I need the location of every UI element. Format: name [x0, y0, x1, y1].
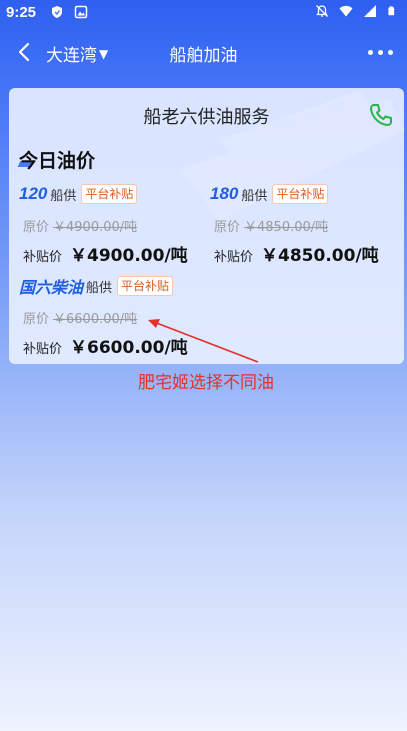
back-arrow-icon[interactable] [14, 40, 36, 64]
status-left-icons [50, 5, 88, 19]
dot-icon [387, 49, 393, 55]
original-price-value: ￥4850.00/吨 [244, 220, 329, 235]
annotation-text: 肥宅姬选择不同油 [138, 373, 274, 393]
annotation-arrow [148, 319, 259, 363]
fuel-supply: 船供 [86, 280, 113, 296]
status-right-icons [315, 4, 397, 18]
subsidy-badge: 平台补贴 [81, 184, 138, 204]
shield-icon [52, 6, 62, 18]
subsidy-price-label: 补贴价 [23, 342, 63, 357]
fuel-supply: 船供 [50, 188, 77, 204]
section-title: 今日油价 [19, 150, 96, 172]
fuel-supply: 船供 [241, 188, 268, 204]
subsidy-price-value: ￥4900.00/吨 [70, 246, 188, 266]
status-bar: 9:25 [0, 0, 407, 26]
original-price-label: 原价 [23, 220, 50, 235]
more-menu-button[interactable] [363, 42, 397, 62]
original-price-value: ￥6600.00/吨 [53, 312, 138, 327]
subsidy-price-value: ￥4850.00/吨 [261, 246, 379, 266]
dot-icon [377, 49, 383, 55]
original-price-value: ￥4900.00/吨 [53, 220, 138, 235]
location-selector[interactable]: 大连湾 ▼ [46, 41, 108, 66]
fuel-item[interactable]: 180 船供 平台补贴 原价 ￥4850.00/吨 补贴价 ￥4850.00/吨 [210, 182, 379, 266]
nav-bar: 船舶加油 大连湾 ▼ [0, 32, 407, 72]
caret-down-icon: ▼ [99, 46, 109, 61]
battery-icon [388, 6, 395, 16]
status-time: 9:25 [6, 4, 37, 21]
notifications-off-icon [316, 5, 328, 17]
fuel-name: 180 [210, 184, 239, 203]
original-price-label: 原价 [23, 312, 50, 327]
signal-icon [364, 5, 376, 17]
wifi-icon [339, 5, 353, 17]
original-price-label: 原价 [214, 220, 241, 235]
image-icon [74, 5, 88, 19]
location-label: 大连湾 [46, 46, 97, 66]
phone-icon[interactable] [368, 102, 394, 128]
fuel-item[interactable]: 120 船供 平台补贴 原价 ￥4900.00/吨 补贴价 ￥4900.00/吨 [19, 182, 188, 266]
dot-icon [367, 49, 373, 55]
subsidy-badge: 平台补贴 [117, 276, 174, 296]
fuel-name: 120 [19, 184, 48, 203]
subsidy-price-label: 补贴价 [23, 250, 63, 265]
card-title: 船老六供油服务 [143, 107, 270, 128]
fuel-name: 国六柴油 [19, 278, 84, 297]
subsidy-price-label: 补贴价 [214, 250, 254, 265]
subsidy-badge: 平台补贴 [272, 184, 329, 204]
